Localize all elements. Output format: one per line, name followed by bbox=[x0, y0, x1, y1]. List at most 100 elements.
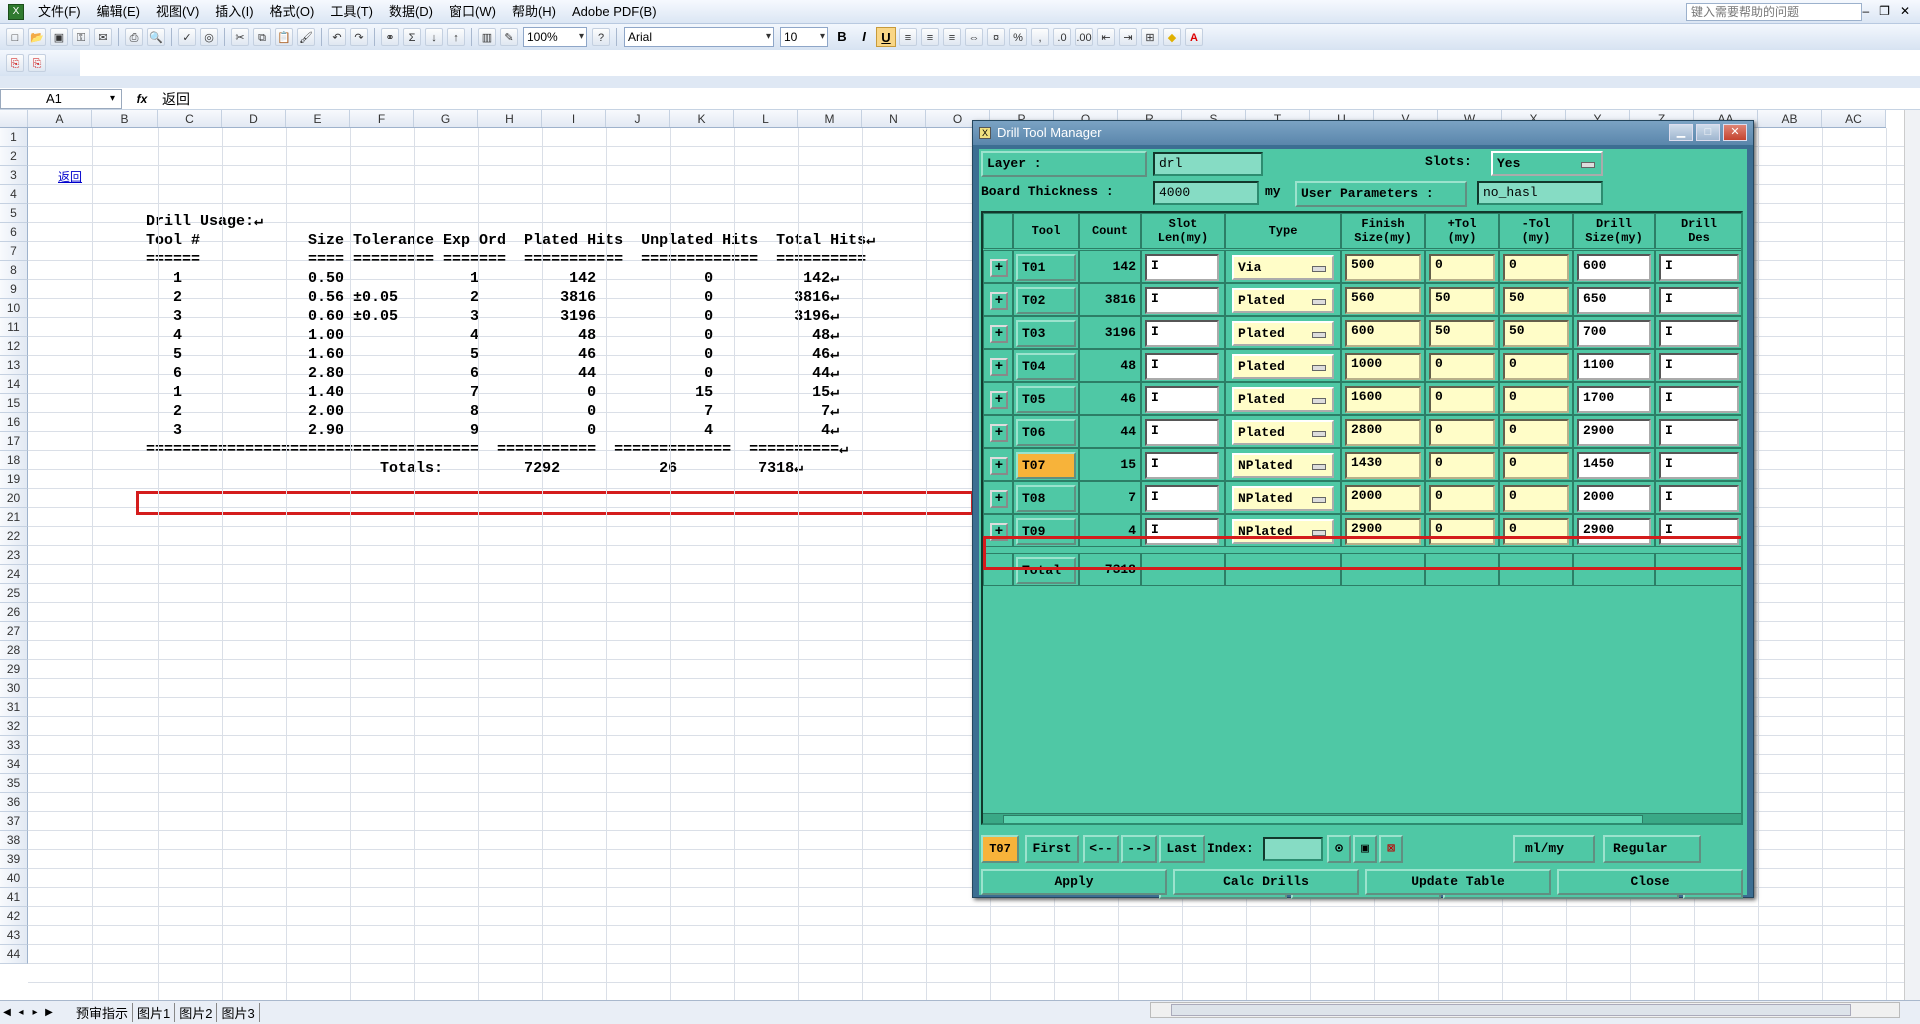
plus-tol-input[interactable]: 0 bbox=[1429, 386, 1495, 413]
drill-size-input[interactable]: 1450 bbox=[1577, 452, 1651, 479]
column-header[interactable]: G bbox=[414, 110, 478, 127]
slot-len-input[interactable]: I bbox=[1145, 287, 1219, 314]
row-header[interactable]: 39 bbox=[0, 850, 28, 869]
excel-icon[interactable]: X bbox=[8, 3, 24, 20]
cut-icon[interactable]: ✂ bbox=[231, 28, 249, 46]
minus-tol-input[interactable]: 50 bbox=[1503, 320, 1569, 347]
font-select[interactable]: Arial bbox=[624, 27, 774, 47]
drill-des-input[interactable]: I bbox=[1659, 254, 1739, 281]
bold-icon[interactable]: B bbox=[832, 27, 852, 47]
print-icon[interactable]: ⎙ bbox=[125, 28, 143, 46]
slot-len-input[interactable]: I bbox=[1145, 485, 1219, 512]
column-header[interactable]: L bbox=[734, 110, 798, 127]
finish-size-input[interactable]: 600 bbox=[1345, 320, 1421, 347]
row-header[interactable]: 6 bbox=[0, 223, 28, 242]
delete-icon[interactable]: ⊠ bbox=[1379, 835, 1403, 863]
back-link[interactable]: 返回 bbox=[58, 168, 82, 185]
row-header[interactable]: 8 bbox=[0, 261, 28, 280]
column-header[interactable]: A bbox=[28, 110, 92, 127]
table-horizontal-scrollbar[interactable] bbox=[983, 813, 1741, 823]
column-header[interactable]: J bbox=[606, 110, 670, 127]
sheet-tab[interactable]: 图片3 bbox=[217, 1003, 260, 1022]
mode-select[interactable]: Regular bbox=[1603, 835, 1701, 863]
type-select[interactable]: NPlated bbox=[1232, 486, 1334, 511]
close-icon[interactable]: ✕ bbox=[1723, 124, 1747, 141]
last-button[interactable]: Last bbox=[1159, 835, 1205, 863]
drill-size-input[interactable]: 600 bbox=[1577, 254, 1651, 281]
name-box[interactable]: A1 bbox=[0, 88, 122, 109]
font-color-icon[interactable]: A bbox=[1185, 28, 1203, 46]
print-preview-icon[interactable]: 🔍 bbox=[147, 28, 165, 46]
paste-icon[interactable]: 📋 bbox=[275, 28, 293, 46]
row-header[interactable]: 44 bbox=[0, 945, 28, 964]
column-header[interactable]: B bbox=[92, 110, 158, 127]
minus-tol-input[interactable]: 0 bbox=[1503, 353, 1569, 380]
column-header[interactable]: F bbox=[350, 110, 414, 127]
board-thickness-field[interactable]: 4000 bbox=[1153, 181, 1259, 205]
finish-size-input[interactable]: 2800 bbox=[1345, 419, 1421, 446]
chart-icon[interactable]: ▥ bbox=[478, 28, 496, 46]
row-header[interactable]: 40 bbox=[0, 869, 28, 888]
copy-icon[interactable]: ⧉ bbox=[253, 28, 271, 46]
row-header[interactable]: 27 bbox=[0, 622, 28, 641]
units-select[interactable]: ml/my bbox=[1513, 835, 1595, 863]
email-icon[interactable]: ✉ bbox=[94, 28, 112, 46]
restore-icon[interactable]: ❐ bbox=[1879, 4, 1890, 18]
close-icon[interactable]: ✕ bbox=[1900, 4, 1910, 18]
drill-size-input[interactable]: 650 bbox=[1577, 287, 1651, 314]
decrease-indent-icon[interactable]: ⇤ bbox=[1097, 28, 1115, 46]
vertical-scrollbar[interactable] bbox=[1904, 110, 1920, 1000]
save-table-icon[interactable]: ▣ bbox=[1353, 835, 1377, 863]
formula-input[interactable]: 返回 bbox=[162, 89, 190, 109]
research-icon[interactable]: ◎ bbox=[200, 28, 218, 46]
column-header[interactable]: AB bbox=[1758, 110, 1822, 127]
zoom-select[interactable]: 100% bbox=[523, 27, 587, 47]
type-select[interactable]: Via bbox=[1232, 255, 1334, 280]
percent-icon[interactable]: % bbox=[1009, 28, 1027, 46]
row-expand-icon[interactable]: + bbox=[990, 391, 1008, 409]
row-header[interactable]: 25 bbox=[0, 584, 28, 603]
row-header[interactable]: 12 bbox=[0, 337, 28, 356]
column-header[interactable]: AC bbox=[1822, 110, 1886, 127]
increase-indent-icon[interactable]: ⇥ bbox=[1119, 28, 1137, 46]
underline-icon[interactable]: U bbox=[876, 27, 896, 47]
column-header[interactable]: K bbox=[670, 110, 734, 127]
plus-tol-input[interactable]: 0 bbox=[1429, 254, 1495, 281]
finish-size-input[interactable]: 560 bbox=[1345, 287, 1421, 314]
row-header[interactable]: 2 bbox=[0, 147, 28, 166]
slot-len-input[interactable]: I bbox=[1145, 320, 1219, 347]
column-header[interactable]: C bbox=[158, 110, 222, 127]
tool-button[interactable]: T03 bbox=[1016, 320, 1076, 347]
row-header[interactable]: 37 bbox=[0, 812, 28, 831]
slot-len-input[interactable]: I bbox=[1145, 386, 1219, 413]
font-size-select[interactable]: 10 bbox=[780, 27, 828, 47]
row-header[interactable]: 33 bbox=[0, 736, 28, 755]
drill-size-input[interactable]: 700 bbox=[1577, 320, 1651, 347]
minus-tol-input[interactable]: 0 bbox=[1503, 386, 1569, 413]
finish-size-input[interactable]: 1600 bbox=[1345, 386, 1421, 413]
type-select[interactable]: NPlated bbox=[1232, 453, 1334, 478]
minus-tol-input[interactable]: 50 bbox=[1503, 287, 1569, 314]
plus-tol-input[interactable]: 0 bbox=[1429, 452, 1495, 479]
plus-tol-input[interactable]: 50 bbox=[1429, 287, 1495, 314]
drill-des-input[interactable]: I bbox=[1659, 419, 1739, 446]
decrease-decimal-icon[interactable]: .00 bbox=[1075, 28, 1093, 46]
hyperlink-icon[interactable]: ⚭ bbox=[381, 28, 399, 46]
row-header[interactable]: 41 bbox=[0, 888, 28, 907]
spelling-icon[interactable]: ✓ bbox=[178, 28, 196, 46]
row-header[interactable]: 28 bbox=[0, 641, 28, 660]
row-header[interactable]: 29 bbox=[0, 660, 28, 679]
row-header[interactable]: 3 bbox=[0, 166, 28, 185]
minimize-icon[interactable]: – bbox=[1862, 4, 1869, 18]
sort-asc-icon[interactable]: ↓ bbox=[425, 28, 443, 46]
drill-size-input[interactable]: 1100 bbox=[1577, 353, 1651, 380]
function-icon[interactable]: fx bbox=[122, 92, 162, 106]
finish-size-input[interactable]: 2000 bbox=[1345, 485, 1421, 512]
drill-size-input[interactable]: 2000 bbox=[1577, 485, 1651, 512]
help-icon[interactable]: ? bbox=[592, 28, 610, 46]
currency-icon[interactable]: ¤ bbox=[987, 28, 1005, 46]
drill-size-input[interactable]: 2900 bbox=[1577, 419, 1651, 446]
undo-icon[interactable]: ↶ bbox=[328, 28, 346, 46]
row-expand-icon[interactable]: + bbox=[990, 292, 1008, 310]
drill-des-input[interactable]: I bbox=[1659, 287, 1739, 314]
